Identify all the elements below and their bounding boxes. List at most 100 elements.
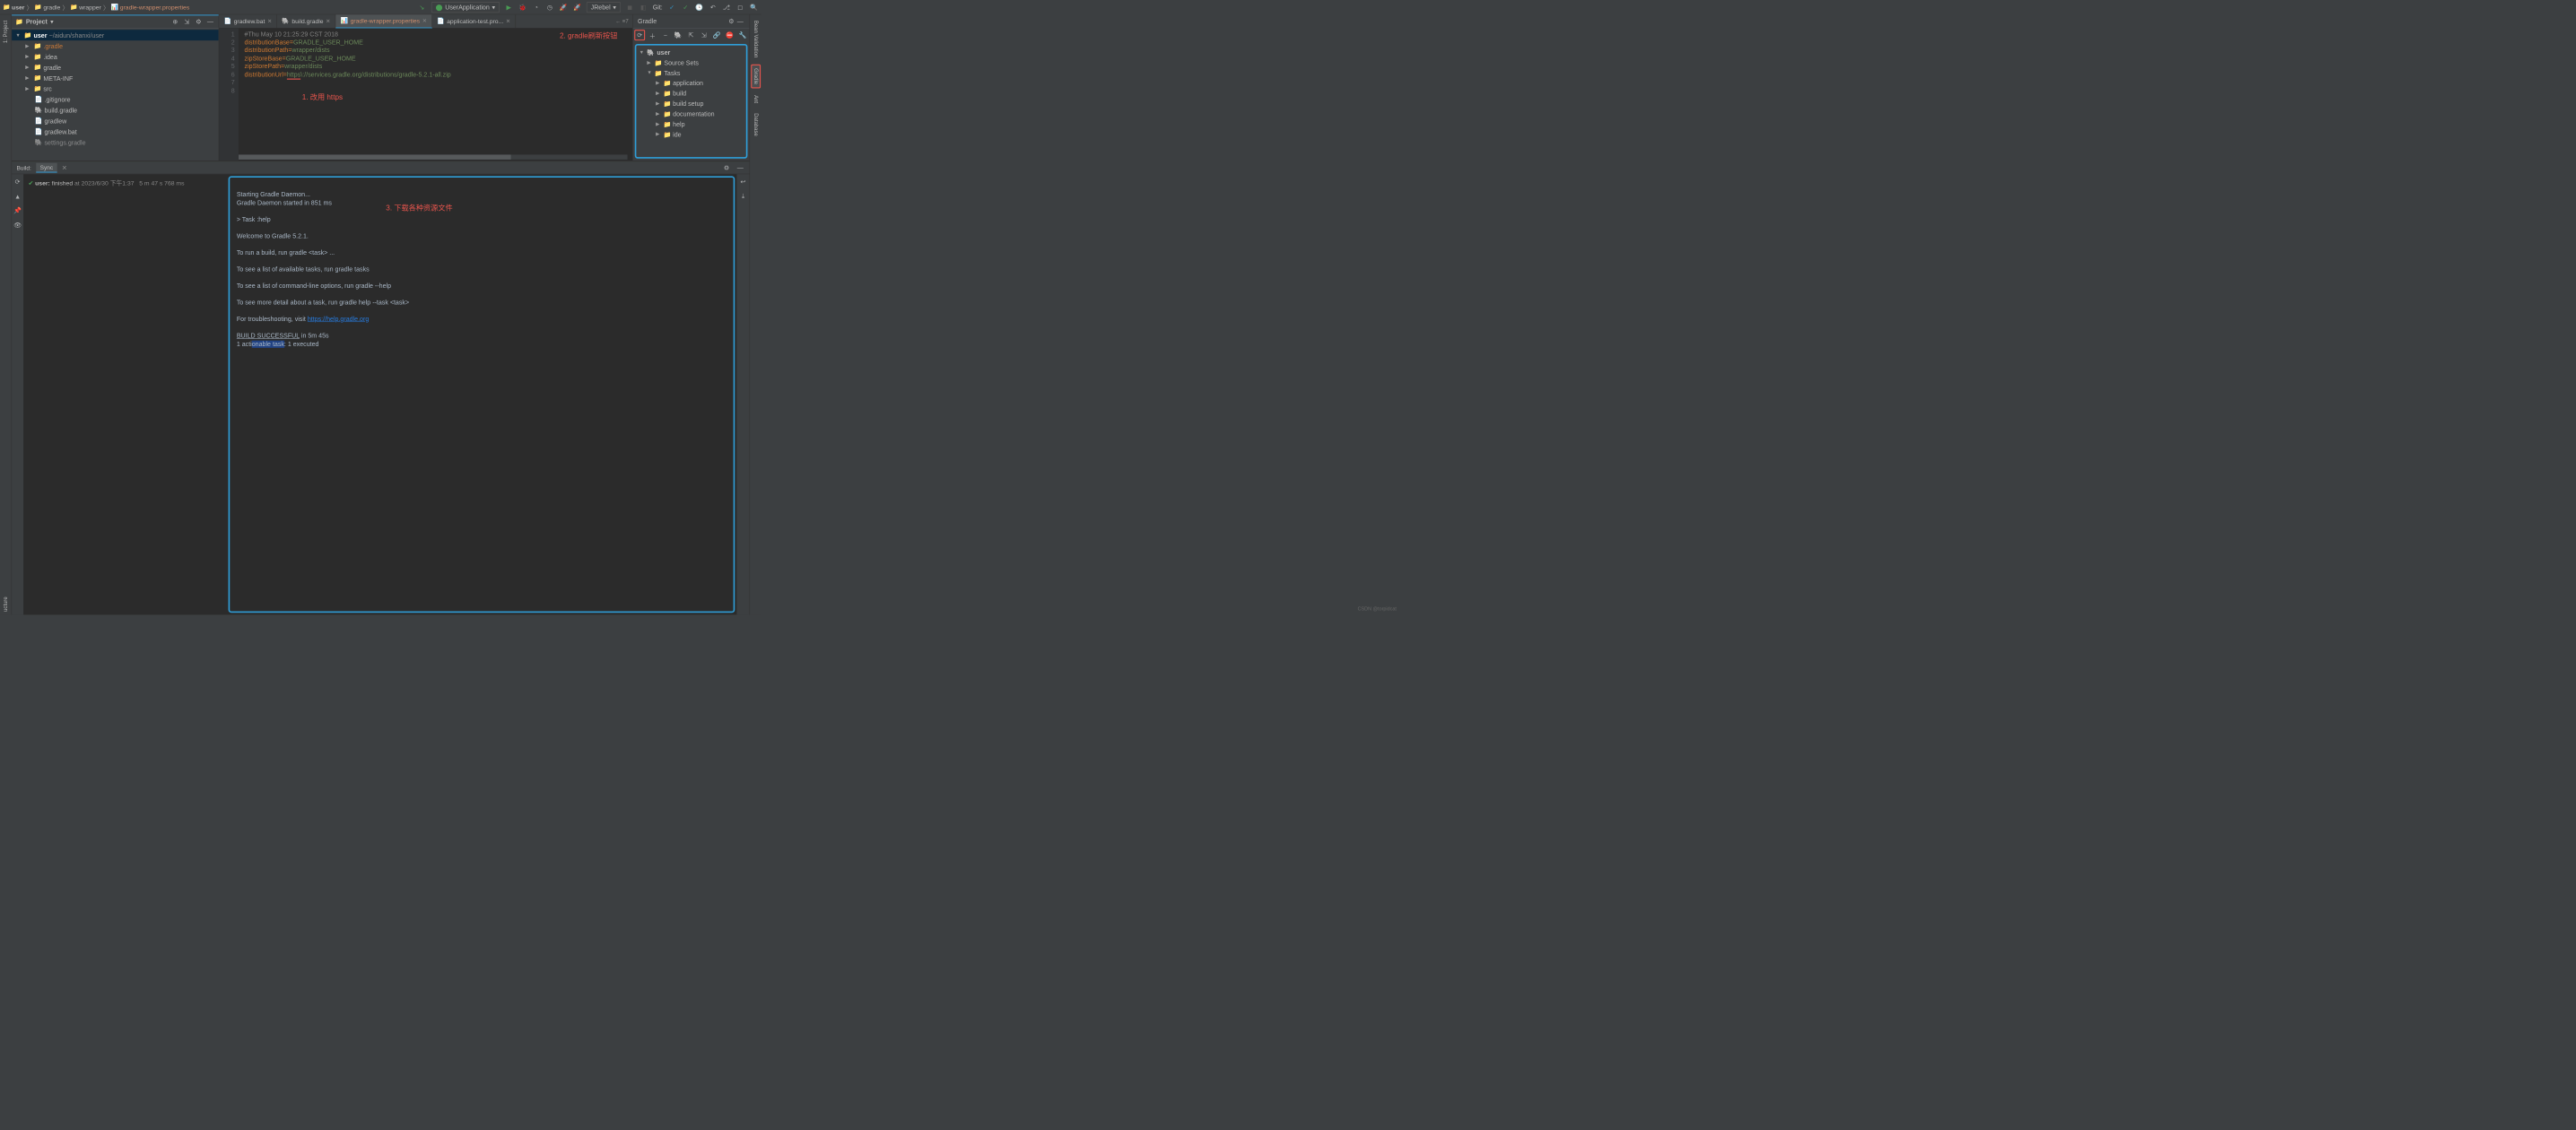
editor-horizontal-scrollbar[interactable]	[239, 154, 628, 159]
gradle-collapse-icon[interactable]: ⇲	[700, 30, 708, 39]
folder-icon: 📁	[664, 110, 671, 117]
right-tab-bean[interactable]: Bean Validation	[752, 18, 760, 61]
gradle-node[interactable]: ▶📁application	[636, 78, 745, 88]
vcs-commit-icon[interactable]: ✓	[681, 4, 690, 12]
gradle-run-icon[interactable]: 🐘	[674, 30, 683, 39]
minimize-icon[interactable]: —	[735, 164, 744, 171]
tree-item[interactable]: 🐘settings.gradle	[12, 137, 219, 148]
project-view-mode[interactable]: ▾	[50, 18, 54, 26]
file-icon: 📄	[35, 128, 42, 135]
gradle-add-icon[interactable]: ＋	[648, 30, 657, 39]
tree-item[interactable]: ▶📁META-INF	[12, 73, 219, 83]
gradle-node[interactable]: ▶📁ide	[636, 129, 745, 139]
gradle-expand-icon[interactable]: ⇱	[687, 30, 695, 39]
gear-icon[interactable]: ⚙	[195, 18, 204, 26]
elephant-icon: 🐘	[647, 48, 655, 56]
editor-tab-active[interactable]: 📊gradle-wrapper.properties✕	[335, 14, 432, 28]
gradle-node-root[interactable]: ▼🐘user	[636, 48, 745, 57]
gradle-node[interactable]: ▶📁build setup	[636, 99, 745, 109]
wrench-icon[interactable]: 🔧	[738, 30, 746, 39]
build-tab-sync[interactable]: Sync	[36, 162, 57, 172]
tree-item[interactable]: 📄gradlew	[12, 116, 219, 126]
close-icon[interactable]: ✕	[422, 18, 427, 24]
filter-icon[interactable]: ▲	[14, 193, 21, 200]
gradle-refresh-button[interactable]: ⟳	[634, 30, 645, 40]
stop-icon[interactable]: ◼	[625, 4, 634, 12]
chevron-down-icon: ▾	[613, 4, 616, 12]
close-icon[interactable]: ✕	[62, 164, 67, 172]
tree-item[interactable]: ▶📁.idea	[12, 51, 219, 62]
soft-wrap-icon[interactable]: ↩	[739, 178, 748, 187]
search-everywhere-icon[interactable]: 🔍	[750, 4, 759, 12]
rerun-icon[interactable]: ⟳	[15, 178, 21, 187]
run-icon[interactable]: ▶	[504, 4, 513, 12]
close-icon[interactable]: ✕	[326, 18, 330, 24]
gradle-node[interactable]: ▼📁Tasks	[636, 68, 745, 78]
gear-icon[interactable]: ⚙	[727, 17, 736, 25]
crumb-file[interactable]: gradle-wrapper.properties	[120, 4, 189, 11]
pin-icon[interactable]: 📌	[13, 207, 22, 215]
tree-root-user[interactable]: ▼📁 user ~/aidun/shanxi/user	[12, 30, 219, 40]
jrebel-debug-icon[interactable]: 🚀	[573, 4, 582, 12]
crumb-wrapper[interactable]: wrapper	[79, 4, 101, 11]
folder-icon: 📁	[655, 59, 662, 66]
gradle-node[interactable]: ▶📁help	[636, 119, 745, 129]
jrebel-selector[interactable]: JRebel ▾	[587, 2, 621, 13]
window-icon[interactable]: ◻	[735, 4, 744, 12]
left-tab-project[interactable]: 1: Project	[2, 18, 10, 47]
right-tab-gradle[interactable]: Gradle	[751, 65, 761, 89]
gradle-remove-icon[interactable]: −	[661, 30, 669, 39]
crumb-gradle[interactable]: gradle	[43, 4, 60, 11]
line-gutter: 1 2 3 4 5 6 7 8	[219, 29, 239, 161]
branch-icon[interactable]: ⎇	[722, 4, 731, 12]
vcs-history-icon[interactable]: 🕓	[695, 4, 704, 12]
tabs-overflow[interactable]: ← ≡7	[612, 18, 632, 24]
gradle-node[interactable]: ▶📁build	[636, 88, 745, 98]
run-config-selector[interactable]: ⬤ UserApplication ▾	[431, 2, 500, 13]
check-icon: ✔	[29, 180, 36, 187]
build-console[interactable]: 3. 下载各种资源文件Starting Gradle Daemon... Gra…	[229, 176, 735, 613]
git-label: Git:	[653, 4, 663, 11]
close-icon[interactable]: ✕	[506, 18, 510, 24]
right-tab-ant[interactable]: Ant	[752, 92, 760, 107]
breadcrumb[interactable]: 📁user 〉 📁gradle 〉 📁wrapper 〉 📊gradle-wra…	[3, 3, 189, 12]
code-editor[interactable]: 1 2 3 4 5 6 7 8 #Thu May 10 21:25:29 CST…	[219, 29, 632, 161]
close-icon[interactable]: ✕	[267, 18, 272, 24]
crumb-user[interactable]: user	[12, 4, 24, 11]
stop-all-icon[interactable]: ◧	[640, 4, 648, 12]
vcs-revert-icon[interactable]: ↶	[709, 4, 718, 12]
expand-all-icon[interactable]: ⇲	[182, 18, 191, 26]
scroll-end-icon[interactable]: ⤓	[739, 192, 748, 200]
locate-icon[interactable]: ⊕	[170, 18, 179, 26]
gradle-link-icon[interactable]: 🔗	[713, 30, 721, 39]
build-duration: 5 m 47 s 768 ms	[139, 180, 184, 187]
editor-tab[interactable]: 📄application-test.pro...✕	[432, 14, 516, 28]
hammer-icon[interactable]: ↘	[417, 4, 426, 12]
minimize-icon[interactable]: —	[206, 18, 215, 25]
tree-item[interactable]: 📄.gitignore	[12, 94, 219, 105]
minimize-icon[interactable]: —	[735, 18, 744, 25]
left-tab-structure[interactable]: ucture	[2, 594, 10, 614]
profile-icon[interactable]: ◷	[545, 4, 554, 12]
debug-icon[interactable]: 🐞	[518, 4, 527, 12]
tree-item[interactable]: 📄gradlew.bat	[12, 126, 219, 137]
annotation-2: 2. gradle刷新按钮	[560, 30, 617, 40]
annotation-3: 3. 下载各种资源文件	[386, 204, 452, 213]
help-link[interactable]: https://help.gradle.org	[308, 315, 369, 322]
editor-tab[interactable]: 🐘build.gradle✕	[277, 14, 335, 28]
jrebel-run-icon[interactable]: 🚀	[559, 4, 568, 12]
coverage-icon[interactable]: ◔	[532, 4, 541, 11]
view-icon[interactable]: 👁	[13, 222, 22, 230]
gradle-node[interactable]: ▶📁Source Sets	[636, 57, 745, 67]
tree-item[interactable]: 🐘build.gradle	[12, 105, 219, 116]
tree-item[interactable]: ▶📁src	[12, 83, 219, 94]
tree-item[interactable]: ▶📁gradle	[12, 62, 219, 73]
editor-tab[interactable]: 📄gradlew.bat✕	[219, 14, 277, 28]
vcs-update-icon[interactable]: ✓	[667, 4, 676, 12]
tree-item[interactable]: ▶📁.gradle	[12, 40, 219, 51]
gradle-node[interactable]: ▶📁documentation	[636, 109, 745, 118]
gradle-offline-icon[interactable]: ⛔	[726, 30, 734, 39]
right-tab-database[interactable]: Database	[752, 110, 760, 139]
gear-icon[interactable]: ⚙	[722, 164, 731, 172]
file-icon: 📄	[437, 18, 444, 25]
